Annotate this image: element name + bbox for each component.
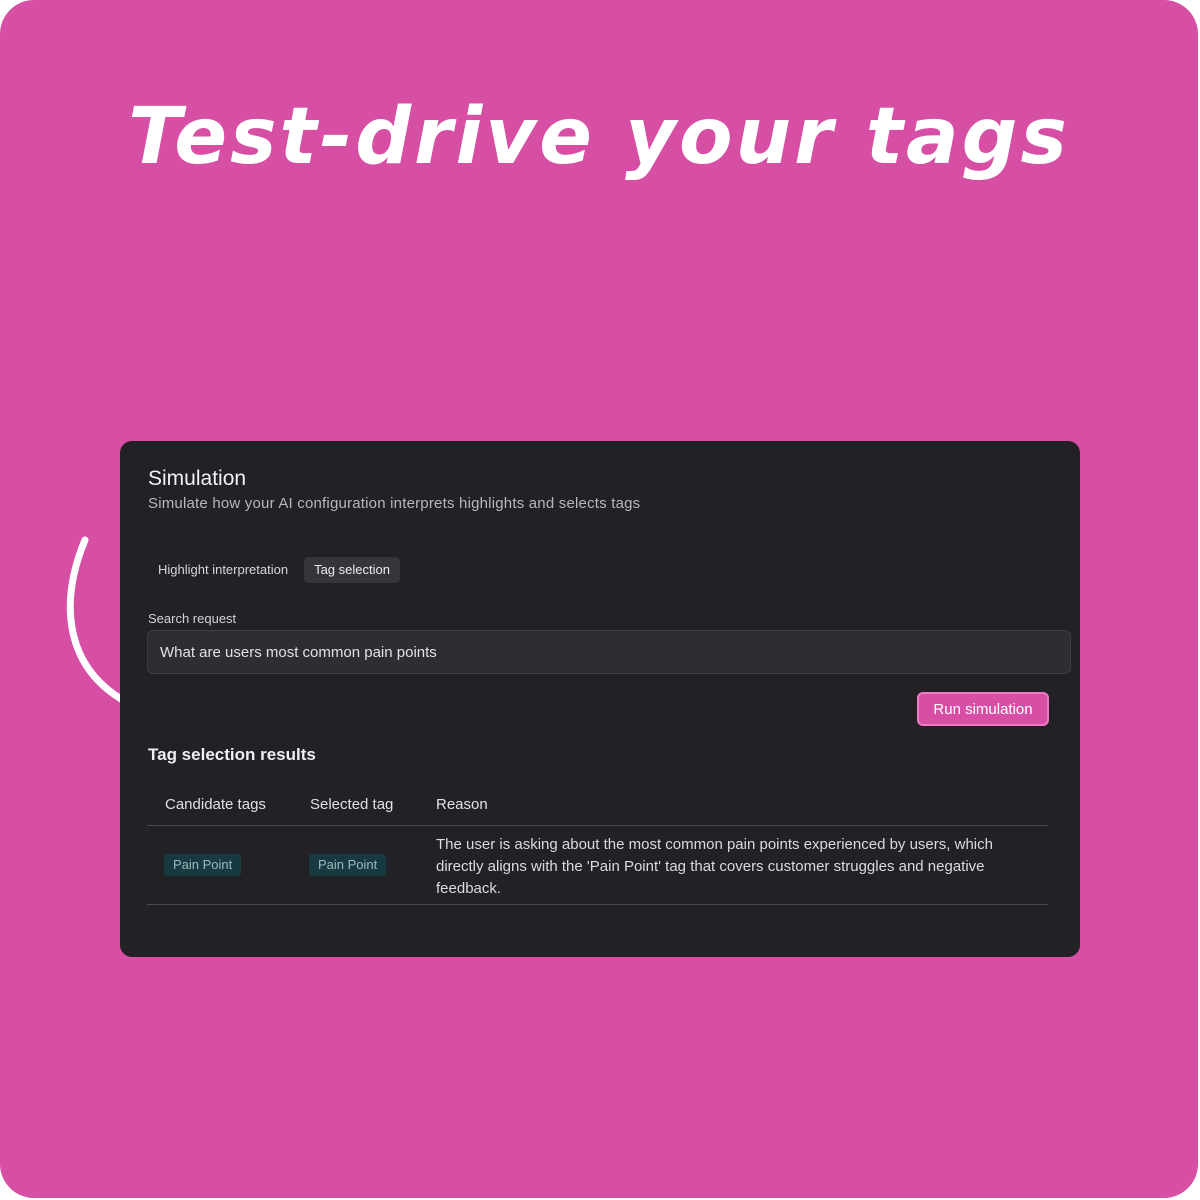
reason-text: The user is asking about the most common… <box>436 836 993 897</box>
column-header-selected-tag: Selected tag <box>310 796 394 813</box>
panel-title: Simulation <box>148 467 247 490</box>
selected-tag-chip: Pain Point <box>309 854 387 876</box>
tab-bar: Highlight interpretation Tag selection <box>148 557 400 583</box>
panel-subtitle: Simulate how your AI configuration inter… <box>148 495 641 512</box>
headline: Test-drive your tags <box>128 92 1070 182</box>
candidate-tag-chip: Pain Point <box>164 854 242 876</box>
search-request-label: Search request <box>148 611 237 626</box>
table-header: Candidate tags Selected tag Reason <box>147 783 1048 826</box>
search-request-input[interactable] <box>147 630 1071 674</box>
column-header-reason: Reason <box>436 796 488 813</box>
run-simulation-button[interactable]: Run simulation <box>917 692 1049 726</box>
results-table: Candidate tags Selected tag Reason Pain … <box>147 783 1048 905</box>
table-row: Pain Point Pain Point The user is asking… <box>147 826 1048 905</box>
simulation-panel: Simulation Simulate how your AI configur… <box>120 441 1080 957</box>
promo-canvas: Test-drive your tags Simulation Simulate… <box>0 0 1198 1198</box>
tab-highlight-interpretation[interactable]: Highlight interpretation <box>148 557 298 583</box>
column-header-candidate-tags: Candidate tags <box>165 796 266 813</box>
results-title: Tag selection results <box>148 745 316 764</box>
tab-tag-selection[interactable]: Tag selection <box>304 557 400 583</box>
